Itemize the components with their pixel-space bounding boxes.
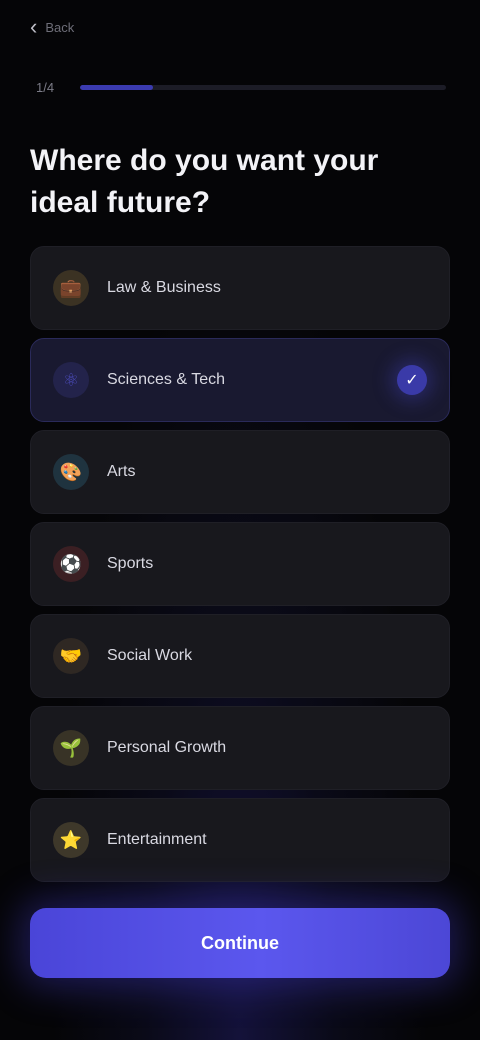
- ball-icon: ⚽: [53, 546, 89, 582]
- handshake-icon: 🤝: [53, 638, 89, 674]
- atom-icon: ⚛: [53, 362, 89, 398]
- progress-row: 1/4: [36, 74, 446, 100]
- option-item[interactable]: ⭐ Entertainment: [30, 798, 450, 882]
- palette-icon: 🎨: [53, 454, 89, 490]
- back-button[interactable]: ‹ Back: [30, 10, 74, 44]
- continue-button[interactable]: Continue: [30, 908, 450, 978]
- option-label: Personal Growth: [107, 739, 227, 756]
- top-bar: ‹ Back: [0, 0, 480, 60]
- options-list: 💼 Law & Business ⚛ Sciences & Tech ✓ 🎨 Arts ⚽ Sp…: [30, 246, 450, 882]
- option-label: Sciences & Tech: [107, 371, 225, 388]
- option-label: Entertainment: [107, 831, 207, 848]
- option-item[interactable]: ⚛ Sciences & Tech ✓: [30, 338, 450, 422]
- page-title: Where do you want your ideal future?: [30, 144, 379, 219]
- onboarding-screen: ‹ Back 1/4 Where do you want your ideal …: [0, 0, 480, 1040]
- check-icon: ✓: [397, 365, 427, 395]
- option-label: Arts: [107, 463, 136, 480]
- step-label: 1/4: [36, 79, 55, 95]
- option-item[interactable]: 🎨 Arts: [30, 430, 450, 514]
- star-icon: ⭐: [53, 822, 89, 858]
- sprout-icon: 🌱: [53, 730, 89, 766]
- option-label: Law & Business: [107, 279, 221, 296]
- back-label: Back: [45, 19, 75, 35]
- option-label: Social Work: [107, 647, 193, 664]
- briefcase-icon: 💼: [53, 270, 89, 306]
- option-item[interactable]: 🤝 Social Work: [30, 614, 450, 698]
- option-item[interactable]: ⚽ Sports: [30, 522, 450, 606]
- option-item[interactable]: 💼 Law & Business: [30, 246, 450, 330]
- progress-bar: [80, 84, 446, 90]
- option-item[interactable]: 🌱 Personal Growth: [30, 706, 450, 790]
- option-label: Sports: [107, 555, 154, 572]
- progress-fill: [80, 84, 154, 90]
- chevron-left-icon: ‹: [30, 14, 38, 39]
